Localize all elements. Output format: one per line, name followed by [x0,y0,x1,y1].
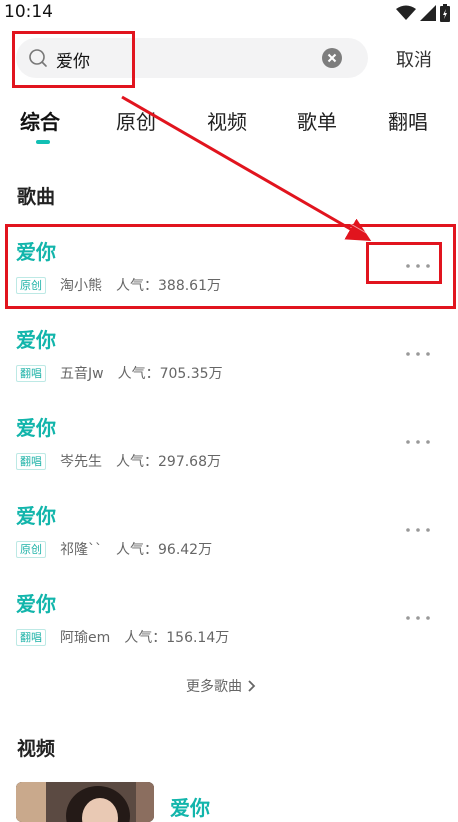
annotation-arrow [121,92,372,242]
